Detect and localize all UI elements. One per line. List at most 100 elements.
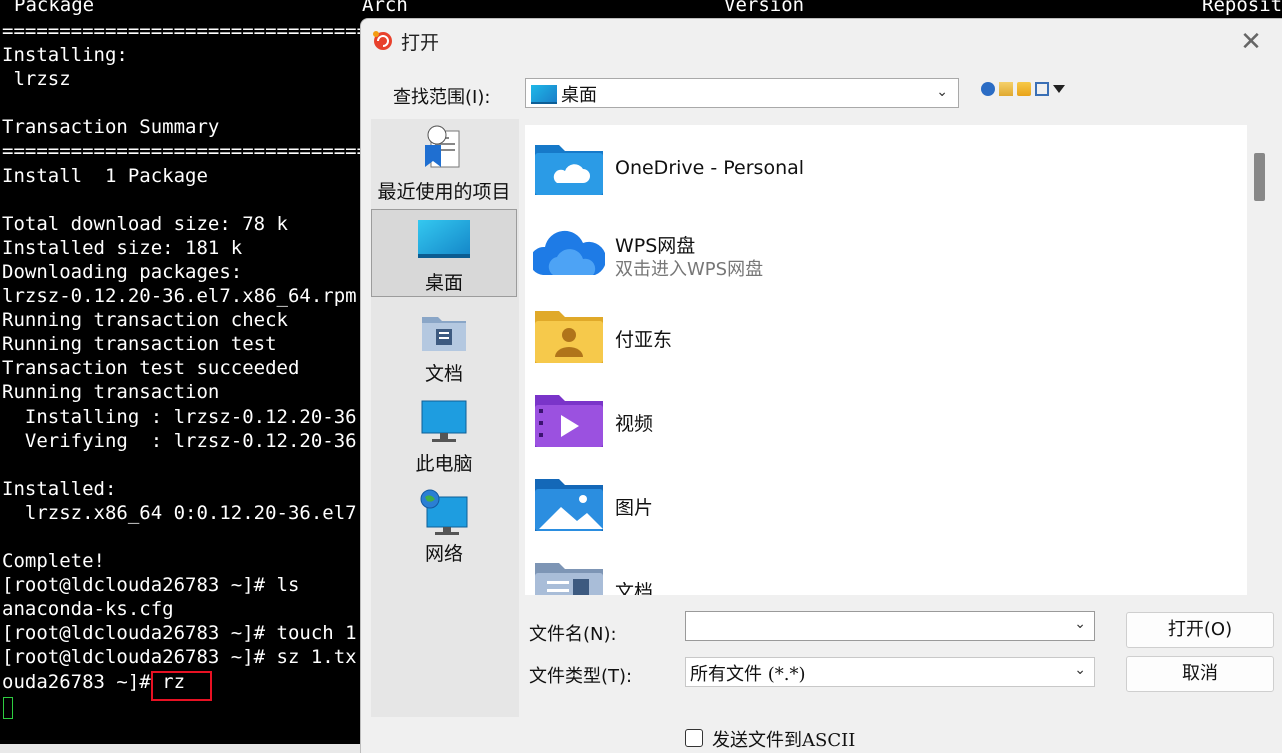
list-item[interactable]: 文档 xyxy=(533,559,1233,595)
file-name-label: 文件名(N): xyxy=(529,624,617,645)
file-subtitle: 双击进入WPS网盘 xyxy=(615,259,764,280)
list-item[interactable]: WPS网盘 双击进入WPS网盘 xyxy=(533,223,1233,293)
place-recent[interactable]: 最近使用的项目 xyxy=(371,119,517,207)
header-version: Version xyxy=(724,0,805,16)
chevron-down-icon: ⌄ xyxy=(936,84,948,100)
app-logo-icon xyxy=(373,31,392,50)
place-label: 桌面 xyxy=(424,272,463,294)
list-item[interactable]: OneDrive - Personal xyxy=(533,139,1233,209)
terminal-line: Running transaction xyxy=(2,381,220,404)
terminal-line: [root@ldclouda26783 ~]# sz 1.tx xyxy=(2,646,357,669)
scrollbar-thumb[interactable] xyxy=(1254,153,1265,201)
header-repository: Reposit xyxy=(1202,0,1282,16)
header-arch: Arch xyxy=(362,0,408,16)
pictures-folder-icon xyxy=(535,479,603,531)
file-name: 付亚东 xyxy=(615,329,673,351)
list-item[interactable]: 视频 xyxy=(533,391,1233,461)
terminal-line: Installing: xyxy=(2,44,128,67)
place-network[interactable]: 网络 xyxy=(371,485,517,573)
desktop-icon xyxy=(531,85,557,104)
recent-items-icon xyxy=(425,125,460,168)
file-type-label: 文件类型(T): xyxy=(529,666,633,687)
chevron-down-icon[interactable]: ⌄ xyxy=(1074,616,1086,632)
file-type-dropdown[interactable]: 所有文件 (*.*) ⌄ xyxy=(685,657,1095,687)
wps-cloud-icon xyxy=(533,230,605,275)
send-ascii-checkbox[interactable] xyxy=(685,729,703,747)
back-icon[interactable] xyxy=(981,82,995,96)
file-list-scrollbar[interactable] xyxy=(1249,125,1269,595)
terminal-line: Transaction test succeeded xyxy=(2,357,300,380)
look-in-label: 查找范围(I): xyxy=(393,87,491,108)
documents-folder-icon xyxy=(535,563,603,595)
places-bar: 最近使用的项目 桌面 文档 此电脑 网络 xyxy=(371,119,519,717)
file-name-input[interactable]: ⌄ xyxy=(685,611,1095,641)
file-name: 视频 xyxy=(615,413,654,435)
navigation-toolbar xyxy=(981,79,1065,99)
terminal-line: [root@ldclouda26783 ~]# ls xyxy=(2,574,300,597)
terminal-line: ================================= xyxy=(2,140,362,163)
open-button[interactable]: 打开(O) xyxy=(1126,612,1274,648)
look-in-value: 桌面 xyxy=(561,85,597,106)
terminal-line: lrzsz-0.12.20-36.el7.x86_64.rpm xyxy=(2,285,357,308)
onedrive-folder-icon xyxy=(535,145,603,195)
place-label: 最近使用的项目 xyxy=(377,181,511,203)
send-ascii-label: 发送文件到ASCII xyxy=(712,730,856,751)
computer-icon xyxy=(421,400,467,442)
place-this-pc[interactable]: 此电脑 xyxy=(371,395,517,483)
terminal-line: Installing : lrzsz-0.12.20-36 xyxy=(2,405,357,428)
terminal-line: Running transaction test xyxy=(2,333,277,356)
new-folder-icon[interactable] xyxy=(1017,82,1031,96)
close-button[interactable]: ✕ xyxy=(1233,27,1269,57)
place-label: 文档 xyxy=(424,363,463,385)
place-desktop[interactable]: 桌面 xyxy=(371,209,517,297)
terminal-line: Installed: xyxy=(2,477,117,500)
terminal-line: Complete! xyxy=(2,550,105,573)
network-globe-icon xyxy=(420,489,468,535)
file-name: 文档 xyxy=(615,581,654,595)
terminal-output: ================================= Instal… xyxy=(2,19,362,694)
terminal-line: Verifying : lrzsz-0.12.20-36 xyxy=(2,429,357,452)
rz-command-highlight xyxy=(151,671,212,701)
terminal-line: Downloading packages: xyxy=(2,260,243,283)
file-name: 图片 xyxy=(615,497,654,519)
chevron-down-icon: ⌄ xyxy=(1074,662,1086,678)
user-folder-icon xyxy=(535,311,603,363)
terminal-line: Transaction Summary xyxy=(2,116,220,139)
header-package: Package xyxy=(14,0,95,16)
file-name: OneDrive - Personal xyxy=(615,157,805,179)
terminal-line: ================================= xyxy=(2,20,362,42)
place-documents[interactable]: 文档 xyxy=(371,305,517,393)
open-file-dialog: 打开 ✕ 查找范围(I): 桌面 ⌄ 最近使用的项目 桌面 文档 此电脑 网络 … xyxy=(360,18,1282,753)
file-name: WPS网盘 xyxy=(615,235,696,257)
caret-down-icon[interactable] xyxy=(1053,85,1065,93)
terminal-line: [root@ldclouda26783 ~]# touch 1 xyxy=(2,622,357,645)
list-item[interactable]: 付亚东 xyxy=(533,307,1233,377)
desktop-icon xyxy=(418,220,470,258)
place-label: 网络 xyxy=(424,543,463,565)
terminal-line: Running transaction check xyxy=(2,309,288,332)
videos-folder-icon xyxy=(535,395,603,447)
place-label: 此电脑 xyxy=(415,453,473,475)
terminal-cursor xyxy=(3,697,13,719)
terminal-line: Total download size: 78 k xyxy=(2,212,288,235)
view-menu-icon[interactable] xyxy=(1035,82,1049,96)
file-list[interactable]: OneDrive - Personal WPS网盘 双击进入WPS网盘 付亚东 xyxy=(525,125,1247,595)
dialog-title: 打开 xyxy=(401,32,440,54)
terminal-line: anaconda-ks.cfg xyxy=(2,598,174,621)
terminal-column-header: Package Arch Version Reposit xyxy=(0,0,1282,18)
terminal-line: lrzsz.x86_64 0:0.12.20-36.el7 xyxy=(2,501,357,524)
list-item[interactable]: 图片 xyxy=(533,475,1233,545)
documents-folder-icon xyxy=(422,317,466,351)
up-folder-icon[interactable] xyxy=(999,82,1013,96)
terminal-status-strip xyxy=(0,744,360,753)
file-type-value: 所有文件 (*.*) xyxy=(690,664,806,685)
terminal-line: lrzsz xyxy=(2,68,71,91)
look-in-dropdown[interactable]: 桌面 ⌄ xyxy=(525,78,959,108)
terminal-line: Install 1 Package xyxy=(2,164,208,187)
terminal-line: Installed size: 181 k xyxy=(2,236,243,259)
cancel-button[interactable]: 取消 xyxy=(1126,656,1274,692)
